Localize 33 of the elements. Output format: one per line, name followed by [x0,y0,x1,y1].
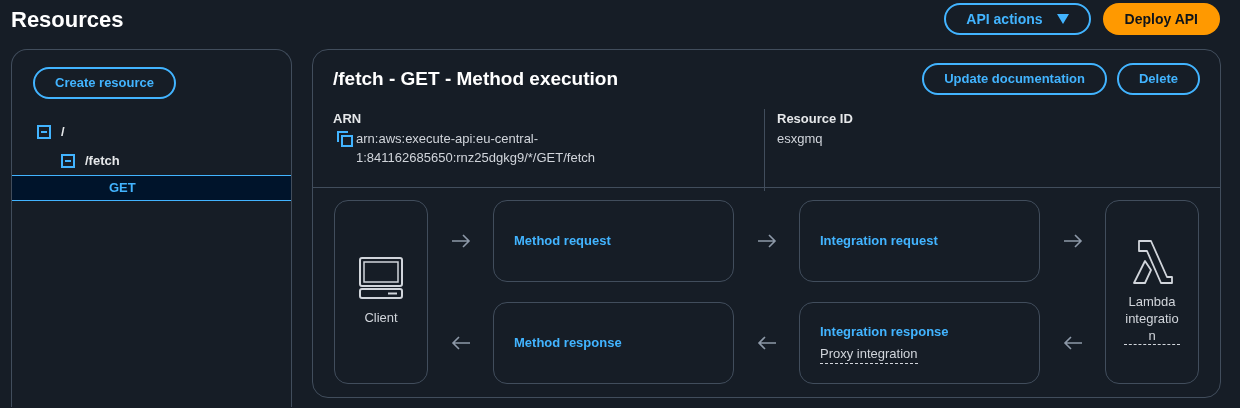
arrow-left-icon [450,336,471,350]
arrow-right-icon [756,234,777,248]
arrow-right-icon [1062,234,1083,248]
integration-type-label: Proxy integration [820,343,918,364]
integration-response-card[interactable]: Integration response Proxy integration [799,302,1040,384]
backend-label: Lambda integration [1124,293,1180,345]
computer-icon [358,256,404,301]
detail-value: esxgmq [777,129,824,148]
method-response-card[interactable]: Method response [493,302,734,384]
update-documentation-button[interactable]: Update documentation [922,63,1107,95]
method-request-card[interactable]: Method request [493,200,734,282]
delete-button[interactable]: Delete [1116,63,1200,95]
page-title: Resources [11,5,124,34]
detail-label: ARN [333,110,363,128]
create-resource-button[interactable]: Create resource [33,67,176,99]
detail-value: arn:aws:execute-api:eu-central-1:841162685650:rnz25dgkg9/*/GET/fetch [356,129,596,167]
deploy-button[interactable]: Deploy API [1102,3,1220,35]
actions-dropdown[interactable]: API actions [944,3,1091,35]
lambda-icon [1130,239,1174,285]
arrow-left-icon [1062,336,1083,350]
caret-icon [1056,14,1069,24]
client-label: Client [364,309,398,328]
detail-label: Resource ID [777,110,853,128]
integration-request-card[interactable]: Integration request [799,200,1040,282]
arrow-left-icon [756,336,777,350]
collapse-icon[interactable] [61,153,75,168]
tree-item[interactable]: /fetch [12,146,291,175]
tree-item-selected[interactable]: GET [12,175,291,201]
collapse-icon[interactable] [37,124,51,139]
copy-icon[interactable] [337,130,353,147]
tree-item[interactable]: / [12,117,291,146]
panel-title: /fetch - GET - Method execution [333,66,618,91]
arrow-right-icon [450,234,471,248]
